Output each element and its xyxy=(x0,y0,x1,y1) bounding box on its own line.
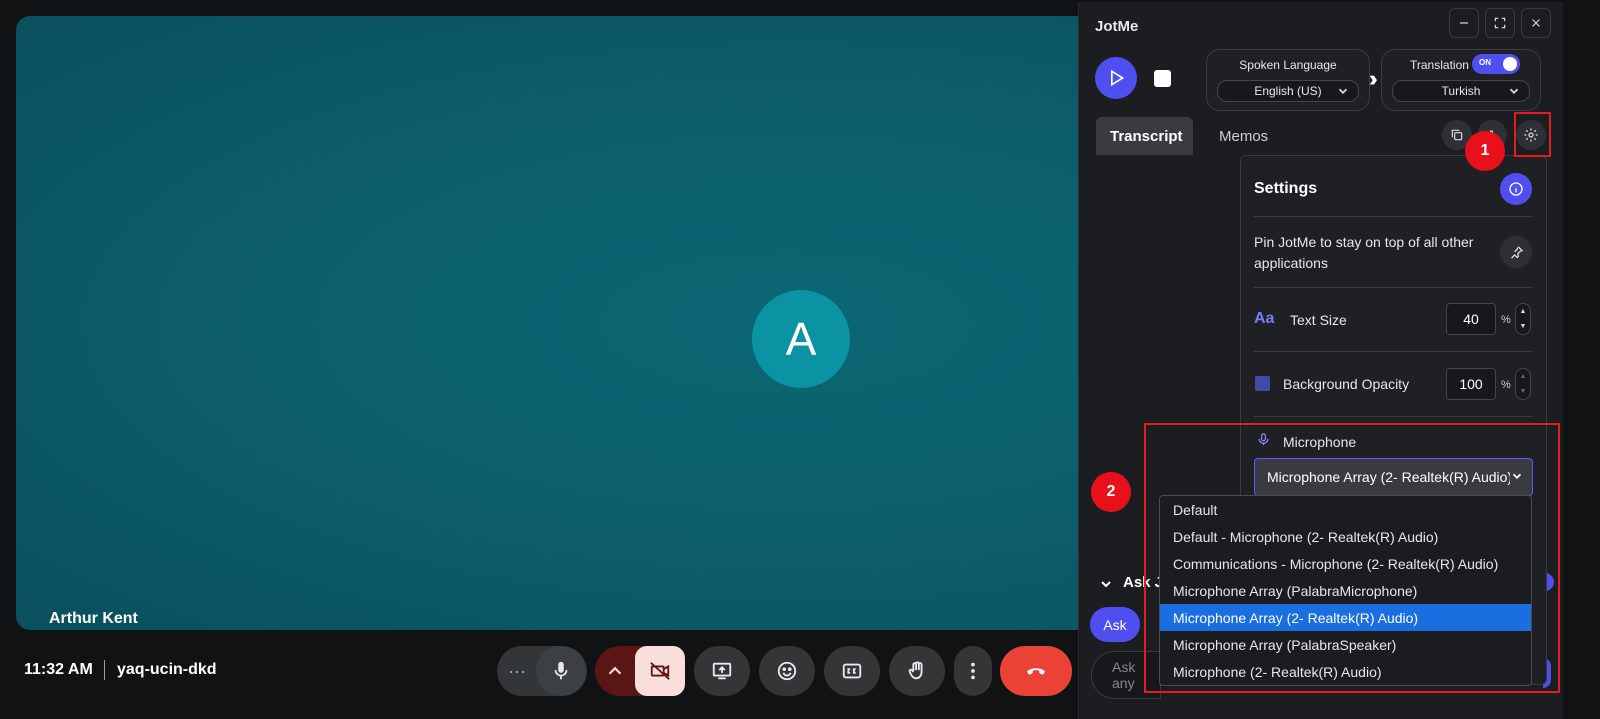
translation-box: Translation ON Turkish xyxy=(1381,49,1541,111)
camera-off-icon xyxy=(650,662,670,680)
camera-toggle-button[interactable] xyxy=(635,646,685,696)
translation-language-select[interactable]: Turkish xyxy=(1392,80,1530,102)
tab-transcript[interactable]: Transcript xyxy=(1096,117,1193,155)
background-opacity-unit: % xyxy=(1501,379,1511,391)
text-size-label: Text Size xyxy=(1290,312,1347,328)
stepper-up-icon[interactable]: ▲ xyxy=(1520,373,1527,380)
play-icon xyxy=(1111,69,1125,87)
tab-memos[interactable]: Memos xyxy=(1205,117,1282,155)
camera-control-group xyxy=(595,646,685,696)
translation-label: Translation xyxy=(1410,58,1469,72)
microphone-toggle-button[interactable] xyxy=(536,646,586,696)
stepper-down-icon[interactable]: ▼ xyxy=(1520,388,1527,395)
more-options-button[interactable] xyxy=(954,646,992,696)
spoken-language-value: English (US) xyxy=(1254,84,1322,98)
jotme-title: JotMe xyxy=(1095,18,1139,35)
more-vertical-icon xyxy=(971,662,975,680)
annotation-highlight-microphone xyxy=(1144,423,1560,693)
close-icon xyxy=(1532,19,1540,27)
captions-button[interactable] xyxy=(824,646,880,696)
annotation-marker-2: 2 xyxy=(1091,472,1131,512)
pin-on-top-label: Pin JotMe to stay on top of all other ap… xyxy=(1254,234,1474,271)
background-opacity-stepper[interactable]: ▲ ▼ xyxy=(1515,368,1531,400)
meeting-code: yaq-ucin-dkd xyxy=(117,661,217,678)
emoji-icon xyxy=(777,661,797,681)
stop-button[interactable] xyxy=(1154,70,1171,87)
minimize-button[interactable] xyxy=(1449,8,1479,38)
avatar-initial: A xyxy=(785,313,817,365)
divider xyxy=(1254,287,1533,288)
toggle-knob xyxy=(1503,57,1517,71)
background-opacity-label: Background Opacity xyxy=(1283,376,1410,392)
participant-name: Arthur Kent xyxy=(49,610,138,627)
pin-button[interactable] xyxy=(1500,236,1532,268)
audio-settings-button[interactable]: ··· xyxy=(498,646,536,696)
translation-language-value: Turkish xyxy=(1441,84,1481,98)
microphone-control-group: ··· xyxy=(497,646,587,696)
expand-icon xyxy=(1494,17,1506,29)
text-size-input[interactable]: 40 xyxy=(1446,303,1496,335)
raise-hand-button[interactable] xyxy=(889,646,945,696)
pin-icon xyxy=(1510,245,1523,259)
copy-icon xyxy=(1451,129,1463,141)
start-transcription-button[interactable] xyxy=(1095,57,1137,99)
present-screen-button[interactable] xyxy=(694,646,750,696)
camera-options-button[interactable] xyxy=(595,646,635,696)
settings-title: Settings xyxy=(1254,180,1318,197)
chevron-up-icon xyxy=(608,666,622,675)
present-screen-icon xyxy=(712,662,732,680)
text-size-unit: % xyxy=(1501,314,1511,326)
participant-video-tile: A Arthur Kent xyxy=(16,16,1116,630)
annotation-marker-1: 1 xyxy=(1465,131,1505,171)
screen: A Arthur Kent 11:32 AM yaq-ucin-dkd ··· xyxy=(0,0,1600,719)
minimize-icon xyxy=(1459,22,1469,24)
meeting-info-divider xyxy=(104,660,105,680)
end-call-icon xyxy=(1027,668,1045,675)
text-size-icon: Aa xyxy=(1254,310,1275,327)
reactions-button[interactable] xyxy=(759,646,815,696)
chevron-down-icon xyxy=(1338,88,1348,94)
translation-toggle[interactable]: ON xyxy=(1472,54,1520,74)
closed-captions-icon xyxy=(842,663,862,679)
stepper-down-icon[interactable]: ▼ xyxy=(1520,323,1527,330)
settings-info-button[interactable] xyxy=(1500,173,1532,205)
text-size-stepper[interactable]: ▲ ▼ xyxy=(1515,303,1531,335)
toggle-state-text: ON xyxy=(1479,58,1491,67)
meeting-time: 11:32 AM xyxy=(24,661,93,678)
spoken-language-box: Spoken Language English (US) xyxy=(1206,49,1370,111)
double-chevron-right-icon: ›› xyxy=(1369,66,1377,91)
chevron-down-icon xyxy=(1509,88,1519,94)
divider xyxy=(1254,216,1533,217)
info-icon xyxy=(1509,182,1523,196)
spoken-language-select[interactable]: English (US) xyxy=(1217,80,1359,102)
raise-hand-icon xyxy=(908,661,923,680)
spoken-language-label: Spoken Language xyxy=(1239,58,1337,72)
microphone-icon xyxy=(554,661,568,680)
background-opacity-icon xyxy=(1255,376,1270,391)
divider xyxy=(1254,351,1533,352)
background-opacity-input[interactable]: 100 xyxy=(1446,368,1496,400)
more-dots-icon: ··· xyxy=(508,660,526,681)
expand-button[interactable] xyxy=(1485,8,1515,38)
annotation-highlight-settings xyxy=(1514,112,1551,157)
divider xyxy=(1254,416,1533,417)
ask-button[interactable]: Ask xyxy=(1090,607,1140,642)
stepper-up-icon[interactable]: ▲ xyxy=(1520,308,1527,315)
close-button[interactable] xyxy=(1521,8,1551,38)
participant-avatar: A xyxy=(752,290,850,388)
leave-call-button[interactable] xyxy=(1000,646,1072,696)
